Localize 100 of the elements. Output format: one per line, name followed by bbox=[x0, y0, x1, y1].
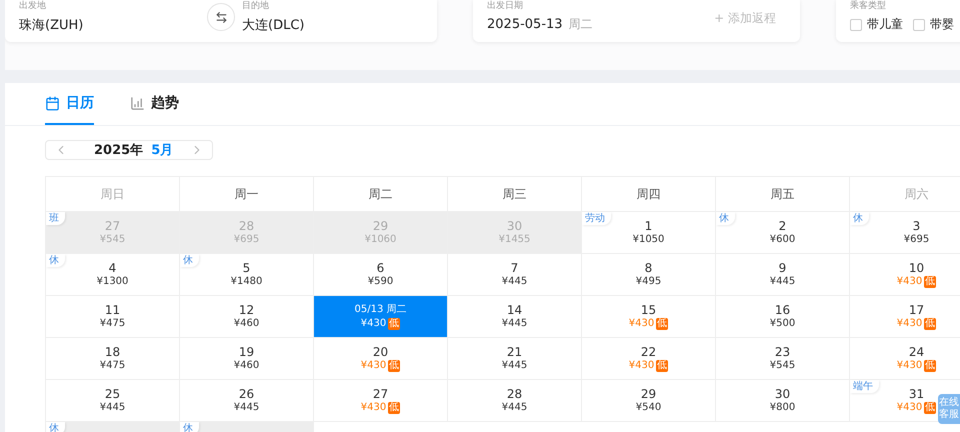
price-label: ¥495 bbox=[636, 276, 662, 288]
date-cell[interactable]: 20 ¥430 低 bbox=[314, 338, 448, 380]
destination-field[interactable]: 大连(DLC) bbox=[242, 16, 304, 34]
low-price-badge: 低 bbox=[924, 276, 936, 288]
date-cell[interactable]: 28 ¥445 bbox=[448, 380, 582, 422]
price-label: ¥445 bbox=[502, 276, 528, 288]
price-label: ¥545 bbox=[100, 234, 126, 246]
day-number: 17 bbox=[908, 303, 924, 317]
price-label: ¥475 bbox=[100, 318, 126, 330]
date-cell[interactable]: 6 ¥590 bbox=[314, 254, 448, 296]
date-cell[interactable]: 27 ¥430 低 bbox=[314, 380, 448, 422]
date-cell[interactable]: 12 ¥460 bbox=[180, 296, 314, 338]
price-label: ¥545 bbox=[770, 360, 796, 372]
price-label: ¥540 bbox=[636, 402, 662, 414]
date-cell[interactable]: 劳动 1 ¥1050 bbox=[582, 212, 716, 254]
date-cell[interactable]: 21 ¥445 bbox=[448, 338, 582, 380]
price-label: ¥430 bbox=[896, 360, 922, 372]
date-cell[interactable]: 11 ¥475 bbox=[46, 296, 180, 338]
holiday-tag: 端午 bbox=[850, 380, 879, 393]
view-tab[interactable]: 日历 bbox=[45, 83, 94, 125]
passenger-checkbox[interactable]: 带儿童 bbox=[850, 16, 903, 33]
date-cell[interactable]: 8 ¥495 bbox=[582, 254, 716, 296]
price-label: ¥430 bbox=[896, 276, 922, 288]
price-label: ¥1050 bbox=[632, 234, 664, 246]
day-number: 12 bbox=[238, 303, 254, 317]
holiday-tag: 休 bbox=[850, 212, 869, 225]
date-cell[interactable]: 14 ¥445 bbox=[448, 296, 582, 338]
day-number: 27 bbox=[372, 387, 388, 401]
date-cell[interactable]: 25 ¥445 bbox=[46, 380, 180, 422]
date-cell[interactable]: 16 ¥500 bbox=[716, 296, 850, 338]
swap-button[interactable] bbox=[207, 3, 235, 31]
day-number: 15 bbox=[640, 303, 656, 317]
field-label: 目的地 bbox=[242, 1, 269, 11]
price-label: ¥600 bbox=[770, 234, 796, 246]
year-label: 2025年 bbox=[94, 142, 144, 159]
price-label: ¥430 bbox=[628, 318, 654, 330]
field-label: 乘客类型 bbox=[850, 1, 886, 11]
price-label: ¥430 bbox=[360, 402, 386, 414]
field-label: 出发地 bbox=[19, 1, 46, 11]
date-cell[interactable]: 19 ¥460 bbox=[180, 338, 314, 380]
low-price-badge: 低 bbox=[388, 360, 400, 372]
day-number: 05/13 周二 bbox=[354, 303, 406, 317]
price-label: ¥460 bbox=[234, 360, 260, 372]
date-cell[interactable]: 休 2 ¥600 bbox=[716, 212, 850, 254]
holiday-tag: 休 bbox=[46, 422, 65, 432]
day-number: 31 bbox=[908, 387, 924, 401]
day-number: 30 bbox=[506, 219, 522, 233]
day-number: 5 bbox=[242, 261, 250, 275]
day-number: 18 bbox=[104, 345, 120, 359]
low-price-badge: 低 bbox=[388, 402, 400, 414]
price-label: ¥445 bbox=[770, 276, 796, 288]
price-label: ¥430 bbox=[360, 318, 386, 330]
price-label: ¥1455 bbox=[498, 234, 530, 246]
holiday-tag: 劳动 bbox=[582, 212, 611, 225]
date-cell[interactable]: 休 4 ¥1300 bbox=[46, 254, 180, 296]
low-price-badge: 低 bbox=[924, 360, 936, 372]
passenger-checkbox[interactable]: 带婴 bbox=[913, 16, 954, 33]
date-field[interactable]: 2025-05-13 周二 bbox=[487, 16, 593, 33]
date-cell[interactable]: 30 ¥800 bbox=[716, 380, 850, 422]
price-label: ¥1060 bbox=[364, 234, 396, 246]
day-number: 8 bbox=[644, 261, 652, 275]
holiday-tag: 休 bbox=[180, 422, 199, 432]
swap-icon bbox=[214, 10, 228, 24]
day-number: 6 bbox=[376, 261, 384, 275]
price-label: ¥475 bbox=[100, 360, 126, 372]
date-cell[interactable]: 18 ¥475 bbox=[46, 338, 180, 380]
origin-field[interactable]: 珠海(ZUH) bbox=[19, 16, 84, 34]
day-number: 9 bbox=[778, 261, 786, 275]
holiday-tag: 休 bbox=[716, 212, 735, 225]
holiday-tag: 休 bbox=[46, 254, 65, 267]
price-label: ¥445 bbox=[100, 402, 126, 414]
day-number: 20 bbox=[372, 345, 388, 359]
price-label: ¥1300 bbox=[96, 276, 128, 288]
bar-chart-icon bbox=[130, 96, 145, 110]
calendar-icon bbox=[45, 96, 60, 110]
day-number: 28 bbox=[506, 387, 522, 401]
price-label: ¥445 bbox=[502, 402, 528, 414]
day-number: 4 bbox=[108, 261, 116, 275]
view-tab[interactable]: 趋势 bbox=[130, 83, 179, 125]
date-cell[interactable]: 休 3 ¥695 bbox=[850, 212, 960, 254]
holiday-tag: 班 bbox=[46, 212, 65, 225]
date-cell[interactable]: 22 ¥430 低 bbox=[582, 338, 716, 380]
date-cell[interactable]: 9 ¥445 bbox=[716, 254, 850, 296]
date-cell[interactable]: 05/13 周二 ¥430 低 bbox=[314, 296, 448, 338]
date-cell[interactable]: 15 ¥430 低 bbox=[582, 296, 716, 338]
holiday-tag: 休 bbox=[180, 254, 199, 267]
price-label: ¥430 bbox=[360, 360, 386, 372]
low-price-badge: 低 bbox=[388, 318, 400, 330]
date-cell[interactable]: 26 ¥445 bbox=[180, 380, 314, 422]
date-cell[interactable]: 29 ¥540 bbox=[582, 380, 716, 422]
date-cell[interactable]: 休 5 ¥1480 bbox=[180, 254, 314, 296]
price-label: ¥430 bbox=[896, 402, 922, 414]
day-number: 26 bbox=[238, 387, 254, 401]
day-number: 7 bbox=[510, 261, 518, 275]
day-number: 21 bbox=[506, 345, 522, 359]
day-number: 3 bbox=[912, 219, 920, 233]
date-cell[interactable]: 7 ¥445 bbox=[448, 254, 582, 296]
low-price-badge: 低 bbox=[656, 360, 668, 372]
date-cell[interactable]: 23 ¥545 bbox=[716, 338, 850, 380]
price-label: ¥445 bbox=[234, 402, 260, 414]
